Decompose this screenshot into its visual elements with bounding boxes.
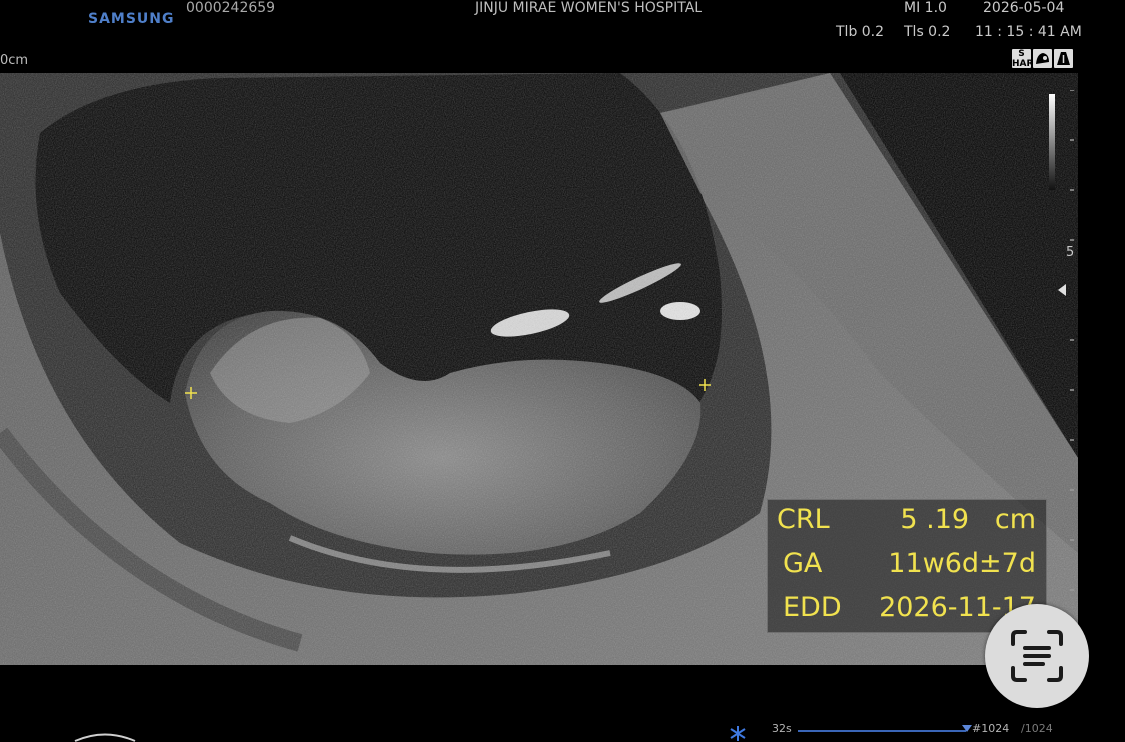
measurement-label: GA — [783, 548, 823, 579]
depth-label: 0cm — [0, 53, 29, 68]
measurement-label: EDD — [783, 592, 842, 623]
mode-icons: S HAR — [1012, 49, 1073, 68]
cine-handle-icon[interactable] — [962, 725, 972, 732]
hospital-name: JINJU MIRAE WOMEN'S HOSPITAL — [475, 0, 703, 16]
exam-time: 11 : 15 : 41 AM — [975, 24, 1082, 40]
measurement-row-ga: GA 11w6d±7d — [768, 544, 1046, 584]
transducer-mode-icon — [1054, 49, 1073, 68]
measurement-value: 11w6d±7d — [888, 548, 1036, 579]
brand-logo: SAMSUNG — [88, 11, 175, 27]
fetal-mode-icon — [1033, 49, 1052, 68]
scale-label: 5 — [1066, 245, 1074, 260]
thermal-index-soft: Tls 0.2 — [904, 24, 951, 40]
frame-total: /1024 — [1021, 722, 1053, 735]
cine-duration: 32s — [772, 722, 792, 735]
depth-scale: 5 — [1049, 90, 1074, 591]
measurement-value: 5 .19 cm — [900, 504, 1036, 535]
scan-text-button[interactable] — [985, 604, 1089, 708]
scan-text-icon — [1011, 630, 1063, 682]
freeze-snowflake-icon — [730, 726, 746, 741]
thermal-index-bone: Tlb 0.2 — [836, 24, 885, 40]
measurement-label: CRL — [777, 504, 830, 535]
probe-orientation-icon — [74, 733, 136, 742]
measurement-row-crl: CRL 5 .19 cm — [768, 500, 1046, 540]
frame-counter: #1024 — [972, 722, 1010, 735]
har-mode-icon: S HAR — [1012, 49, 1031, 68]
patient-id: 0000242659 — [186, 0, 276, 16]
exam-date: 2026-05-04 — [983, 0, 1065, 16]
focus-marker-icon[interactable] — [1058, 284, 1066, 296]
cine-progress-bar[interactable] — [798, 730, 966, 732]
mechanical-index: MI 1.0 — [904, 0, 947, 16]
